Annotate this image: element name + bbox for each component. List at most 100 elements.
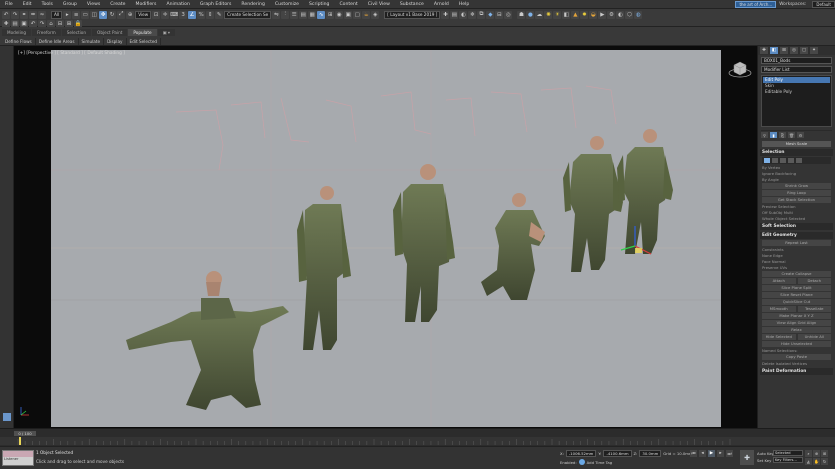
make-unique-icon[interactable]: ⎘ [779, 132, 786, 138]
zoom-extents-icon[interactable]: ⊞ [821, 450, 828, 457]
rollout-paint-deformation[interactable]: Paint Deformation [760, 368, 833, 375]
workspace-dropdown[interactable]: Default [812, 0, 835, 8]
detach-button[interactable]: Detach [797, 278, 831, 284]
toggle-ribbon-icon[interactable]: ▦ [308, 10, 317, 19]
mirror-icon[interactable]: ⇋ [272, 10, 281, 19]
pin-stack-icon[interactable]: ⚲ [761, 132, 768, 138]
hide-unselected-button[interactable]: Hide Unselected [762, 341, 831, 347]
camera-icon[interactable]: ◧ [562, 10, 571, 19]
enabled-toggle-icon[interactable] [578, 459, 585, 465]
scene-icon[interactable]: ◆ [486, 10, 495, 19]
unhide-all-button[interactable]: Unhide All [797, 334, 831, 340]
ribbon-options-icon[interactable]: ▣ ▾ [157, 29, 175, 36]
place-icon[interactable]: ⊕ [126, 10, 135, 19]
select-object-icon[interactable]: ▸ [63, 10, 72, 19]
bind-space-warp-icon[interactable]: ≈ [38, 10, 46, 19]
msmooth-button[interactable]: MSmooth [762, 306, 796, 312]
mesh-scale-button[interactable]: Mesh Scale [762, 141, 831, 147]
sun-icon[interactable]: ☀ [553, 10, 562, 19]
slice-reset-button[interactable]: Slice Reset Plane [762, 292, 831, 298]
menu-item-graph-editors[interactable]: Graph Editors [195, 2, 237, 7]
menu-item-file[interactable]: File [0, 2, 18, 7]
sel-option-by-vertex[interactable]: By Vertex [762, 165, 831, 170]
element-mode-icon[interactable] [796, 158, 802, 163]
layer-hide-icon[interactable]: ◐ [459, 10, 468, 19]
menu-item-help[interactable]: Help [454, 2, 474, 7]
get-stack-selection-button[interactable]: Get Stack Selection [762, 197, 831, 203]
select-manipulate-icon[interactable]: ✛ [161, 10, 170, 19]
menu-item-views[interactable]: Views [82, 2, 105, 7]
render-frame-icon[interactable]: ▢ [353, 10, 362, 19]
sel-option-ignore-backfacing[interactable]: Ignore Backfacing [762, 171, 831, 176]
motion-tab-icon[interactable]: ◎ [790, 47, 798, 54]
go-to-end-icon[interactable]: ⏭ [726, 450, 733, 457]
rotate-icon[interactable]: ↻ [108, 10, 117, 19]
civil-icon[interactable]: ◍ [634, 10, 643, 19]
schematic-view-icon[interactable]: ⊞ [326, 10, 335, 19]
window-crossing-icon[interactable]: ◫ [90, 10, 99, 19]
arnold-settings-icon[interactable]: ⚙ [607, 10, 616, 19]
ring-loop-button[interactable]: Ring Loop [762, 190, 831, 196]
rect-selection-icon[interactable]: ▭ [81, 10, 90, 19]
render-setup-icon[interactable]: ▣ [344, 10, 353, 19]
shrink-grow-button[interactable]: Shrink Grow [762, 183, 831, 189]
set-key-icon[interactable]: ✚ [740, 450, 754, 465]
layer-manage-icon[interactable]: ⧉ [477, 10, 486, 19]
teapot-icon[interactable]: ☗ [517, 10, 526, 19]
soldier-figure-3[interactable] [393, 164, 455, 322]
cloud-icon[interactable]: ☁ [535, 10, 544, 19]
fov-icon[interactable]: ◭ [805, 458, 812, 465]
poly-mode-icon[interactable] [788, 158, 794, 163]
remove-modifier-icon[interactable]: 🗑 [788, 132, 795, 138]
make-planar-button[interactable]: Make Planar X Y Z [762, 313, 831, 319]
view-align-button[interactable]: View Align Grid Align [762, 320, 831, 326]
substance-icon[interactable]: ⬡ [625, 10, 634, 19]
next-frame-icon[interactable]: ▸ [717, 450, 724, 457]
modify-tab-icon[interactable]: ◧ [770, 47, 778, 54]
object-name-field[interactable]: BOX01_Bods [761, 57, 832, 64]
menu-item-substance[interactable]: Substance [395, 2, 429, 7]
vertex-mode-icon[interactable] [764, 158, 770, 163]
soldier-figure-4[interactable] [481, 193, 545, 300]
hierarchy-tab-icon[interactable]: ⊞ [780, 47, 788, 54]
menu-item-create[interactable]: Create [105, 2, 130, 7]
edit-named-sel-icon[interactable]: ✎ [215, 10, 224, 19]
constraints-options-2[interactable]: Face Normal [762, 259, 831, 264]
modifier-list-dropdown[interactable]: Modifier List [761, 66, 832, 73]
menu-item-scripting[interactable]: Scripting [304, 2, 334, 7]
angle-snap-icon[interactable]: ∠ [188, 10, 197, 19]
ribbon-define-flows[interactable]: Define Flows [2, 38, 36, 45]
menu-item-tools[interactable]: Tools [37, 2, 58, 7]
soldier-figure-2[interactable] [297, 186, 351, 350]
preview-selection-options[interactable]: Off SubObj Multi [762, 210, 831, 215]
percent-snap-icon[interactable]: % [197, 10, 206, 19]
edge-mode-icon[interactable] [772, 158, 778, 163]
rollout-edit-geometry[interactable]: Edit Geometry [760, 232, 833, 239]
move-icon[interactable]: ✥ [99, 10, 108, 19]
zoom-all-icon[interactable]: ⊕ [813, 450, 820, 457]
current-frame-marker[interactable] [19, 437, 21, 445]
viewport-label[interactable]: [+] [Perspective ] [ Standard ] [ Defaul… [18, 51, 125, 56]
curve-editor-icon[interactable]: ∿ [317, 10, 326, 19]
tessellate-button[interactable]: Tessellate [797, 306, 831, 312]
layer-freeze-icon[interactable]: ❄ [468, 10, 477, 19]
spinner-snap-icon[interactable]: ⇕ [206, 10, 215, 19]
select-by-name-icon[interactable]: ≡ [72, 10, 81, 19]
menu-item-group[interactable]: Group [58, 2, 82, 7]
track-bar[interactable] [0, 437, 835, 445]
border-mode-icon[interactable] [780, 158, 786, 163]
light-icon[interactable]: ✺ [544, 10, 553, 19]
selection-filter-dropdown[interactable]: All [51, 10, 63, 19]
play-icon[interactable]: ▶ [708, 450, 715, 457]
tab-freeform[interactable]: Freeform [32, 29, 61, 36]
orbit-icon[interactable]: ↻ [821, 458, 828, 465]
menu-item-civil-view[interactable]: Civil View [363, 2, 395, 7]
delete-isolated-checkbox[interactable]: Delete Isolated Vertices [762, 361, 831, 366]
utilities-tab-icon[interactable]: ✦ [810, 47, 818, 54]
quickslice-cut-button[interactable]: QuickSlice Cut [762, 299, 831, 305]
soldier-figure-5[interactable] [563, 136, 623, 272]
arnold-sky-icon[interactable]: ◒ [589, 10, 598, 19]
rollout-soft-selection[interactable]: Soft Selection [760, 223, 833, 230]
create-collapse-button[interactable]: Create Collapse [762, 271, 831, 277]
tab-populate[interactable]: Populate [128, 29, 157, 36]
